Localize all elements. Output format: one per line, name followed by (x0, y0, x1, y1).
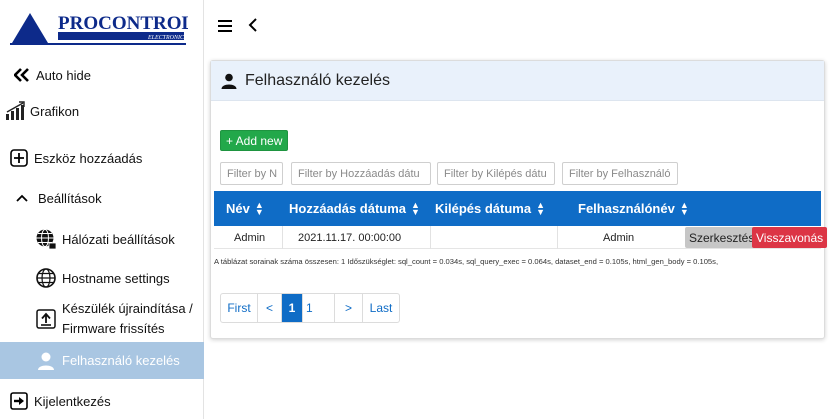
column-label: Név (226, 201, 250, 216)
column-header-hozzaadas-datuma[interactable]: Hozzáadás dátuma ▲ ▼ (289, 191, 420, 226)
add-new-button[interactable]: + Add new (220, 130, 289, 151)
edit-button[interactable]: Szerkesztés (685, 227, 759, 248)
sidebar-item-hostname-settings[interactable]: Hostname settings (0, 264, 204, 292)
cell-username: Admin (603, 231, 635, 244)
pager-prev[interactable]: < (258, 294, 282, 322)
column-label: Kilépés dátuma (435, 201, 532, 216)
cell-divider (557, 226, 558, 249)
pager-current-page[interactable]: 1 (282, 294, 303, 322)
sort-icon: ▲ ▼ (254, 199, 264, 217)
column-header-felhasznalonev[interactable]: Felhasználónév ▲ ▼ (578, 191, 689, 226)
pagination: First < 1 1 > Last (220, 293, 400, 323)
logout-icon (8, 392, 30, 410)
column-header-kilepes-datuma[interactable]: Kilépés dátuma ▲ ▼ (435, 191, 545, 226)
sort-icon: ▲ ▼ (679, 199, 689, 217)
sidebar-item-label: Készülék újraindítása / (62, 301, 193, 316)
sidebar-item-auto-hide[interactable]: Auto hide (0, 62, 204, 88)
network-globe-icon (34, 228, 58, 250)
cell-divider (282, 226, 283, 249)
sort-icon: ▲ ▼ (411, 199, 420, 217)
column-label: Felhasználónév (578, 201, 675, 216)
pager-last[interactable]: Last (363, 294, 399, 322)
column-header-nev[interactable]: Név ▲ ▼ (226, 191, 264, 226)
sidebar-item-label: Kijelentkezés (34, 393, 111, 409)
sidebar-item-felhasznalo-kezeles[interactable]: Felhasználó kezelés (0, 342, 204, 379)
cell-added-date: 2021.11.17. 00:00:00 (298, 231, 402, 244)
globe-icon (34, 267, 58, 289)
cell-divider (430, 226, 431, 249)
table-summary: A táblázat sorainak száma összesen: 1 Id… (214, 257, 719, 266)
table-row: Admin 2021.11.17. 00:00:00 Admin Szerkes… (214, 226, 828, 249)
filter-added-date-input[interactable]: Filter by Hozzáadás dátu (291, 162, 431, 185)
card-header: Felhasználó kezelés (211, 61, 824, 101)
sidebar-item-label-line2: Firmware frissítés (62, 321, 165, 336)
sidebar-item-keszulek-ujrainditasa[interactable]: Készülék újraindítása / Firmware frissít… (0, 298, 204, 340)
sidebar-item-label: Auto hide (36, 67, 91, 83)
sidebar-item-eszkoz-hozzaadas[interactable]: Eszköz hozzáadás (0, 145, 204, 171)
user-icon (34, 351, 58, 371)
filter-username-input[interactable]: Filter by Felhasználó (562, 162, 678, 185)
column-label: Hozzáadás dátuma (289, 201, 407, 216)
top-bar (204, 0, 829, 50)
chevron-left-icon[interactable] (248, 16, 258, 37)
page-title: Felhasználó kezelés (245, 71, 390, 89)
sidebar-item-kijelentkezes[interactable]: Kijelentkezés (0, 388, 204, 414)
brand-name: PROCONTROL (58, 13, 188, 34)
sidebar-item-label: Hálózati beállítások (62, 231, 175, 247)
sidebar-item-label: Grafikon (30, 103, 80, 119)
chevron-up-icon (14, 194, 30, 202)
sidebar-item-label: Eszköz hozzáadás (34, 150, 143, 166)
user-icon (221, 73, 237, 89)
pager-first[interactable]: First (221, 294, 258, 322)
pager-total: 1 (303, 294, 335, 322)
upload-icon (34, 309, 58, 329)
sidebar-item-label: Beállítások (38, 190, 102, 206)
user-management-card: Felhasználó kezelés + Add new Filter by … (210, 60, 828, 339)
revoke-button[interactable]: Visszavonás (752, 227, 828, 248)
plus-box-icon (8, 149, 30, 167)
cell-name: Admin (234, 231, 266, 244)
sidebar-item-label: Hostname settings (62, 270, 170, 286)
table-header: Név ▲ ▼ Hozzáadás dátuma ▲ ▼ Kilépés dátum… (214, 191, 821, 226)
double-chevron-left-icon (12, 68, 32, 82)
hamburger-icon[interactable] (218, 20, 232, 35)
filter-name-input[interactable]: Filter by N (220, 162, 283, 185)
brand-tagline: ELECTRONICS (147, 35, 187, 41)
sidebar-item-beallitasok[interactable]: Beállítások (0, 186, 204, 210)
brand-logo[interactable]: PROCONTROL ELECTRONICS (8, 9, 194, 47)
filter-exit-date-input[interactable]: Filter by Kilépés dátu (437, 162, 555, 185)
sidebar-item-label: Felhasználó kezelés (62, 353, 180, 368)
pager-next[interactable]: > (335, 294, 363, 322)
sidebar: PROCONTROL ELECTRONICS Auto hide Grafiko… (0, 0, 204, 419)
sort-icon: ▲ ▼ (536, 199, 546, 217)
sidebar-item-halozati-beallitasok[interactable]: Hálózati beállítások (0, 226, 204, 252)
sidebar-item-grafikon[interactable]: Grafikon (0, 96, 204, 126)
bar-chart-icon (4, 101, 28, 121)
